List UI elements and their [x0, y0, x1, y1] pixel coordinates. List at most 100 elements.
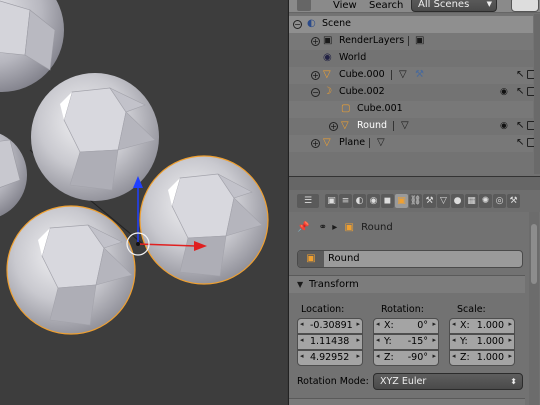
- outliner-label: Round: [357, 120, 388, 131]
- rotation-y-field[interactable]: ◂ Y: -15° ▸: [373, 334, 439, 350]
- area-divider[interactable]: [289, 176, 540, 190]
- field-value: 4.92952: [310, 352, 350, 363]
- material-tab-icon[interactable]: ●: [451, 194, 464, 208]
- object-name-field[interactable]: ▣ Round: [297, 250, 523, 268]
- properties-tabs: ☰ ▣ ≡ ◐ ◉ ◼ ▣ ⛓ ⚒ ▽ ● ▦ ✺ ◎ ⚒: [289, 190, 540, 212]
- properties-editor: 📌 ⚭ ▸ ▣ Round ▣ Round ▼ Transform Locati…: [289, 212, 540, 405]
- object-origin: [136, 242, 140, 246]
- expand-icon[interactable]: +: [311, 139, 320, 148]
- outliner-row-cube002[interactable]: − ☽ Cube.002 ◉ ↖: [289, 84, 537, 101]
- location-x-field[interactable]: ◂ -0.30891 ▸: [297, 318, 363, 334]
- field-value: 1.000: [476, 336, 504, 347]
- 3d-viewport[interactable]: [0, 0, 287, 405]
- outliner-header: View Search All Scenes ▼: [289, 0, 540, 13]
- field-value: 0°: [417, 320, 428, 331]
- mesh-tab-icon[interactable]: ▽: [437, 194, 450, 208]
- panel-title: Transform: [309, 279, 359, 290]
- search-field[interactable]: [511, 0, 539, 12]
- location-y-field[interactable]: ◂ 1.11438 ▸: [297, 334, 363, 350]
- link-icon: ⚭: [318, 222, 328, 233]
- particles-tab-icon[interactable]: ✺: [479, 194, 492, 208]
- mesh-object-icon: ▢: [341, 103, 351, 114]
- object-data-tab-icon[interactable]: ▣: [395, 194, 408, 208]
- gem-object-top-left[interactable]: [0, 0, 64, 92]
- mesh-data-icon[interactable]: ▽: [377, 137, 385, 149]
- rotation-x-field[interactable]: ◂ X: 0° ▸: [373, 318, 439, 334]
- gem-object-left[interactable]: [0, 130, 27, 220]
- mesh-object-icon: ▽: [323, 137, 331, 148]
- outliner-row-renderlayers[interactable]: + ▣ RenderLayers ▣: [289, 33, 533, 50]
- outliner-label: Cube.002: [339, 86, 385, 97]
- scale-y-field[interactable]: ◂ Y: 1.000 ▸: [449, 334, 515, 350]
- scale-z-field[interactable]: ◂ Z: 1.000 ▸: [449, 350, 515, 366]
- axis-label: Z:: [460, 352, 470, 363]
- outliner-label: RenderLayers: [339, 35, 405, 46]
- axis-label: Y:: [460, 336, 468, 347]
- outliner-row-world[interactable]: ◉ World: [289, 50, 533, 67]
- editor-type-icon[interactable]: ☰: [297, 194, 319, 208]
- expand-icon[interactable]: +: [311, 71, 320, 80]
- empty-object-icon: ☽: [323, 86, 332, 97]
- field-value: 1.000: [476, 352, 504, 363]
- collapse-icon[interactable]: −: [293, 20, 302, 29]
- menu-view[interactable]: View: [333, 0, 357, 13]
- properties-scrollbar[interactable]: [529, 212, 539, 405]
- location-z-field[interactable]: ◂ 4.92952 ▸: [297, 350, 363, 366]
- object-tab-icon[interactable]: ◼: [381, 194, 394, 208]
- mesh-data-icon[interactable]: ▽: [401, 120, 409, 132]
- outliner-row-round[interactable]: + ▽ Round ▽ ◉ ↖: [289, 118, 537, 135]
- render-layer-icon[interactable]: ▣: [415, 35, 424, 47]
- scene-tab-icon[interactable]: ◐: [353, 194, 366, 208]
- eye-icon[interactable]: ◉: [500, 121, 508, 131]
- layers-tab-icon[interactable]: ≡: [339, 194, 352, 208]
- scale-x-field[interactable]: ◂ X: 1.000 ▸: [449, 318, 515, 334]
- right-panel: View Search All Scenes ▼ − ◐ Scene + ▣ R…: [288, 0, 540, 405]
- outliner-row-plane[interactable]: + ▽ Plane ▽ ↖: [289, 135, 537, 152]
- rotation-mode-select[interactable]: XYZ Euler ⬍: [373, 373, 523, 390]
- separator: [369, 138, 370, 148]
- select-restrict-icon[interactable]: ↖: [516, 120, 524, 131]
- field-value: -15°: [407, 336, 428, 347]
- scene-icon: ◐: [307, 18, 316, 29]
- collapse-icon[interactable]: −: [311, 88, 320, 97]
- select-restrict-icon[interactable]: ↖: [516, 137, 524, 148]
- texture-tab-icon[interactable]: ▦: [465, 194, 478, 208]
- updown-arrows-icon: ⬍: [510, 377, 517, 386]
- world-tab-icon[interactable]: ◉: [367, 194, 380, 208]
- select-restrict-icon[interactable]: ↖: [516, 69, 524, 80]
- axis-label: Z:: [384, 352, 394, 363]
- outliner-row-scene[interactable]: − ◐ Scene: [289, 16, 533, 33]
- separator: [393, 121, 394, 131]
- scrollbar-thumb[interactable]: [531, 224, 537, 284]
- transform-panel-header[interactable]: ▼ Transform: [289, 275, 525, 293]
- delta-transform-panel-header[interactable]: [289, 398, 525, 405]
- mesh-object-icon: ▽: [341, 120, 349, 131]
- physics-tab-icon[interactable]: ◎: [493, 194, 506, 208]
- modifiers-tab-icon[interactable]: ⚒: [423, 194, 436, 208]
- display-mode-select[interactable]: All Scenes ▼: [411, 0, 497, 12]
- mesh-data-icon[interactable]: ▽: [399, 69, 407, 81]
- object-type-icon[interactable]: ▣: [298, 251, 324, 267]
- rotation-z-field[interactable]: ◂ Z: -90° ▸: [373, 350, 439, 366]
- chevron-down-icon: ▼: [486, 0, 492, 8]
- outliner-row-cube000[interactable]: + ▽ Cube.000 ▽ ⚒ ↖: [289, 67, 537, 84]
- select-restrict-icon[interactable]: ↖: [516, 86, 524, 97]
- menu-search[interactable]: Search: [369, 0, 403, 13]
- wrench-tab-icon[interactable]: ⚒: [507, 194, 520, 208]
- outliner-row-cube001[interactable]: ▢ Cube.001: [289, 101, 533, 118]
- expand-icon[interactable]: +: [329, 122, 338, 131]
- viewport-scene[interactable]: [0, 0, 287, 405]
- wrench-icon[interactable]: ⚒: [415, 69, 424, 81]
- render-tab-icon[interactable]: ▣: [325, 194, 338, 208]
- constraints-tab-icon[interactable]: ⛓: [409, 194, 422, 208]
- eye-icon[interactable]: ◉: [500, 87, 508, 97]
- rotation-mode-label: Rotation Mode:: [297, 376, 369, 387]
- expand-icon[interactable]: +: [311, 37, 320, 46]
- pin-icon[interactable]: 📌: [297, 222, 309, 233]
- outliner-scrollbar[interactable]: [534, 14, 540, 174]
- separator: [408, 36, 409, 46]
- render-layers-icon: ▣: [323, 35, 333, 46]
- gem-object-round[interactable]: [6, 205, 136, 335]
- gem-object-cube001[interactable]: [139, 155, 269, 285]
- editor-type-icon[interactable]: [297, 0, 311, 11]
